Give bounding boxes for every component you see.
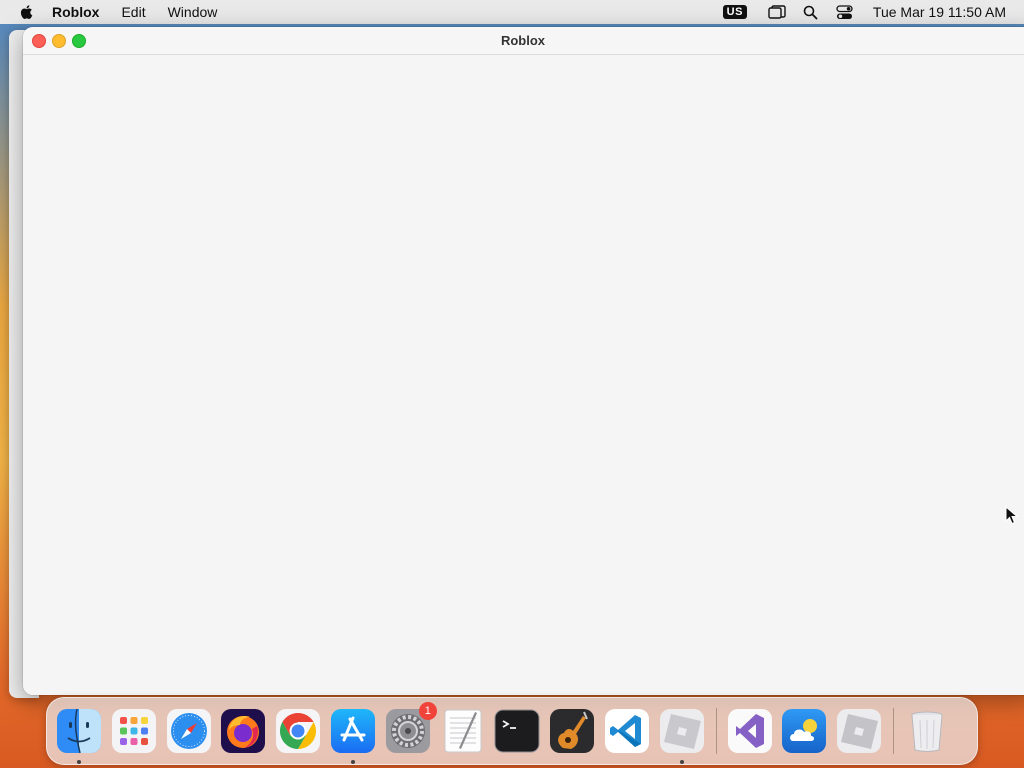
app-store-icon <box>330 709 375 753</box>
dock-item-launchpad[interactable] <box>111 708 157 754</box>
control-center-icon[interactable] <box>835 4 855 20</box>
running-indicator <box>679 760 684 764</box>
menu-window[interactable]: Window <box>168 4 218 20</box>
dock-item-terminal[interactable] <box>494 708 540 754</box>
terminal-icon <box>494 709 540 753</box>
vscode-icon <box>604 709 649 753</box>
dock-item-finder[interactable] <box>56 708 102 764</box>
window-titlebar[interactable]: Roblox <box>23 27 1024 55</box>
running-indicator <box>350 760 355 764</box>
dock-separator <box>715 708 717 754</box>
dock-item-system-settings[interactable]: 1 <box>385 702 437 754</box>
launchpad-icon <box>111 709 156 753</box>
dock-item-app-store[interactable] <box>330 708 376 764</box>
dock-item-trash[interactable] <box>904 708 950 754</box>
dock-item-roblox[interactable] <box>659 708 705 764</box>
trash-icon <box>911 711 943 752</box>
menu-bar: Roblox Edit Window US Tue Mar 19 11:50 A… <box>0 0 1024 24</box>
weather-icon <box>782 709 827 753</box>
input-source-badge[interactable]: US <box>722 5 747 19</box>
dock-item-roblox-studio[interactable] <box>836 708 882 754</box>
stage-manager-icon[interactable] <box>767 4 787 20</box>
running-indicator <box>77 760 81 764</box>
dock-item-safari[interactable] <box>166 708 212 754</box>
apple-menu-icon[interactable] <box>18 3 36 21</box>
dock: 1 <box>46 697 978 765</box>
dock-item-garageband[interactable] <box>549 708 595 754</box>
dock-item-firefox[interactable] <box>220 708 266 754</box>
spotlight-search-icon[interactable] <box>801 4 821 20</box>
firefox-icon <box>221 709 266 753</box>
roblox-window: Roblox <box>23 27 1024 695</box>
textedit-icon <box>444 709 482 753</box>
dock-item-vscode[interactable] <box>604 708 650 754</box>
chrome-icon <box>276 709 321 753</box>
menubar-clock[interactable]: Tue Mar 19 11:50 AM <box>873 4 1006 20</box>
dock-item-weather[interactable] <box>781 708 827 754</box>
dock-item-visual-studio[interactable] <box>727 708 773 754</box>
garageband-icon <box>550 709 595 753</box>
dock-item-chrome[interactable] <box>275 708 321 754</box>
finder-icon <box>57 708 101 754</box>
roblox-icon <box>659 709 704 753</box>
safari-icon <box>166 709 211 753</box>
visual-studio-icon <box>727 709 772 753</box>
dock-item-textedit[interactable] <box>440 708 486 754</box>
dock-separator <box>892 708 894 754</box>
menu-edit[interactable]: Edit <box>121 4 145 20</box>
window-title: Roblox <box>500 33 546 48</box>
roblox-studio-icon <box>837 709 882 753</box>
notification-badge: 1 <box>418 702 437 720</box>
menu-app-name[interactable]: Roblox <box>52 4 99 20</box>
window-content-area[interactable] <box>23 55 1024 695</box>
mouse-cursor-icon <box>1005 506 1019 525</box>
